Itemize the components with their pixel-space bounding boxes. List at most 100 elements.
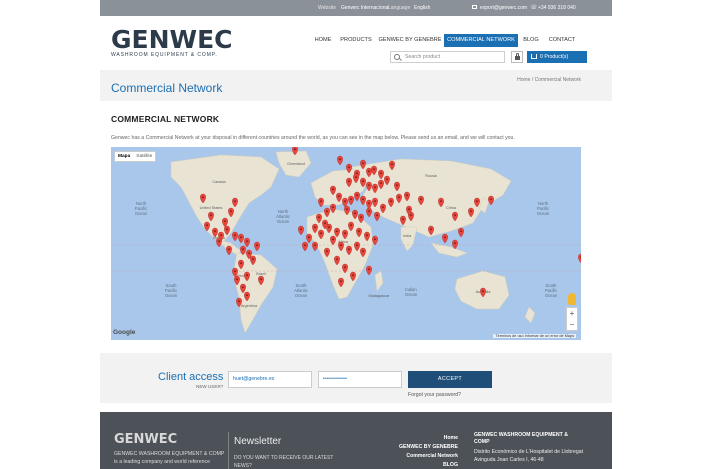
map-marker-dot: [240, 236, 242, 239]
label-canada: Canada: [212, 180, 226, 184]
search-input[interactable]: Search product: [390, 51, 505, 63]
map-marker-dot: [356, 244, 358, 247]
map-marker-icon[interactable]: [318, 197, 324, 208]
nav-genwec-by-genebre[interactable]: GENWEC BY GENEBRE: [378, 34, 442, 47]
nav-contact[interactable]: CONTACT: [546, 34, 578, 47]
map-marker-dot: [332, 238, 334, 241]
map-marker-icon[interactable]: [306, 233, 312, 244]
map-marker-dot: [440, 200, 442, 203]
map-marker-dot: [355, 176, 357, 179]
map-marker-dot: [398, 196, 400, 199]
label-madagascar: Madagascar: [369, 294, 391, 298]
footer-address: Distrito Económico de L'Hospitalet de Ll…: [474, 449, 584, 463]
map-marker-dot: [324, 222, 326, 225]
map-marker-dot: [362, 198, 364, 201]
map-marker-icon[interactable]: [342, 197, 348, 208]
map-marker-dot: [348, 166, 350, 169]
website-select[interactable]: Genwec Internacional: [341, 5, 389, 11]
map-marker-dot: [344, 232, 346, 235]
map-marker-icon[interactable]: [254, 241, 260, 252]
map-marker-dot: [332, 206, 334, 209]
street-view-pegman-icon[interactable]: [568, 293, 576, 305]
forgot-password-link[interactable]: Forgot your password?: [408, 392, 461, 398]
map-marker-dot: [366, 234, 368, 237]
map-marker-icon[interactable]: [372, 235, 378, 246]
map-marker-dot: [256, 244, 258, 247]
map-marker-icon[interactable]: [302, 241, 308, 252]
phone-number: +34 936 318 040: [538, 5, 576, 11]
zoom-out-button[interactable]: −: [567, 320, 577, 330]
map-marker-dot: [356, 194, 358, 197]
map-marker-icon[interactable]: [488, 195, 494, 206]
language-label: Language: [388, 5, 411, 11]
map-type-map[interactable]: Mapa: [115, 152, 133, 162]
map-marker-dot: [344, 266, 346, 269]
login-button[interactable]: [511, 51, 523, 63]
new-user-link[interactable]: NEW USER?: [196, 384, 223, 389]
map-marker-dot: [236, 278, 238, 281]
map-marker-icon[interactable]: [337, 155, 343, 166]
map-marker-icon[interactable]: [226, 245, 232, 256]
map-marker-icon[interactable]: [238, 233, 244, 244]
map-marker-icon[interactable]: [442, 233, 448, 244]
title-band: Commercial Network Home / Commercial Net…: [100, 70, 612, 101]
map-marker-icon[interactable]: [216, 237, 222, 248]
accept-button[interactable]: ACCEPT: [408, 371, 492, 388]
email-link[interactable]: export@genwec.com: [480, 5, 527, 11]
nav-home[interactable]: HOME: [310, 34, 336, 47]
map-marker-icon[interactable]: [244, 237, 250, 248]
zoom-in-button[interactable]: +: [567, 309, 577, 319]
password-field[interactable]: ••••••••••••: [318, 371, 402, 388]
map-marker-icon[interactable]: [232, 231, 238, 242]
footer-link-commercial-network[interactable]: Commercial Network: [399, 452, 458, 461]
email-field[interactable]: huet@genebre.es: [228, 371, 312, 388]
zoom-control: + −: [566, 307, 578, 331]
map-marker-icon[interactable]: [348, 195, 354, 206]
footer-link-blog[interactable]: BLOG: [399, 461, 458, 469]
world-map[interactable]: North Pacific Ocean North Atlantic Ocean…: [111, 147, 581, 340]
map-marker-dot: [246, 294, 248, 297]
map-marker-icon[interactable]: [366, 265, 372, 276]
map-marker-dot: [202, 196, 204, 199]
mail-icon: [472, 5, 477, 9]
map-marker-dot: [482, 290, 484, 293]
footer-divider: [228, 432, 229, 469]
map-marker-icon[interactable]: [366, 207, 372, 218]
nav-commercial-network[interactable]: COMMERCIAL NETWORK: [444, 34, 518, 47]
cart-button[interactable]: 0 Product(s): [527, 51, 587, 63]
map-marker-dot: [226, 228, 228, 231]
footer-logo[interactable]: GENWEC: [114, 432, 177, 447]
cart-icon: [531, 54, 537, 59]
map-marker-dot: [352, 274, 354, 277]
map-marker-dot: [326, 210, 328, 213]
map-type-satellite[interactable]: Satélite: [133, 152, 155, 162]
map-marker-dot: [328, 226, 330, 229]
map-marker-dot: [320, 232, 322, 235]
map-marker-icon[interactable]: [578, 253, 581, 264]
map-footer-links[interactable]: Términos de uso Informar de un error de …: [493, 334, 576, 338]
logo-word: GENWEC: [111, 25, 233, 54]
map-marker-dot: [338, 195, 340, 198]
map-marker-dot: [224, 220, 226, 223]
map-marker-icon[interactable]: [458, 227, 464, 238]
lock-icon: [515, 53, 520, 60]
map-marker-dot: [374, 186, 376, 189]
nav-products[interactable]: PRODUCTS: [338, 34, 374, 47]
footer-link-home[interactable]: Home: [399, 434, 458, 443]
map-marker-icon[interactable]: [312, 241, 318, 252]
map-marker-dot: [476, 200, 478, 203]
label-argentina: Argentina: [241, 304, 258, 308]
footer-link-genwec-by-genebre[interactable]: GENWEC BY GENEBRE: [399, 443, 458, 452]
map-marker-dot: [214, 230, 216, 233]
client-access-title: Client access: [158, 371, 224, 383]
nav-blog[interactable]: BLOG: [520, 34, 542, 47]
map-marker-icon[interactable]: [298, 225, 304, 236]
language-select[interactable]: English: [414, 5, 430, 11]
map-marker-dot: [300, 228, 302, 231]
logo[interactable]: GENWEC WASHROOM EQUIPMENT & COMP.: [111, 25, 233, 60]
map-marker-icon[interactable]: [354, 191, 360, 202]
map-marker-icon[interactable]: [374, 211, 380, 222]
map-marker-dot: [294, 148, 296, 151]
map-marker-dot: [220, 234, 222, 237]
map-marker-dot: [380, 172, 382, 175]
